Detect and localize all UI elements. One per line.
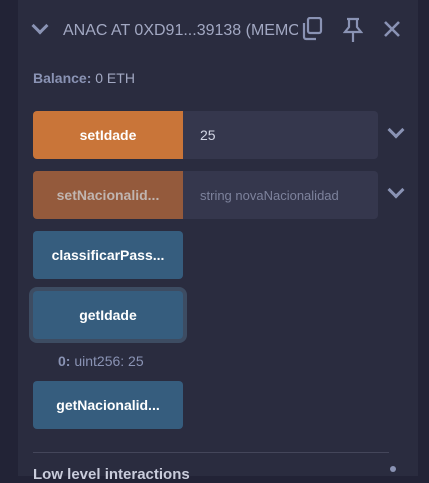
getnacionalidade-button[interactable]: getNacionalid... [33, 381, 183, 429]
getidade-button[interactable]: getIdade [33, 291, 183, 339]
deployed-contract-panel: ANAC AT 0XD91...39138 (MEMORY) Balance: … [18, 0, 418, 483]
contract-header: ANAC AT 0XD91...39138 (MEMORY) [18, 14, 418, 46]
chevron-down-icon[interactable] [387, 121, 405, 139]
balance-value: 0 ETH [95, 70, 135, 86]
result-index: 0: [58, 353, 71, 369]
info-icon[interactable] [390, 466, 396, 472]
divider [33, 452, 389, 453]
chevron-down-icon[interactable] [387, 181, 405, 199]
classificarpassageiro-button[interactable]: classificarPass... [33, 231, 183, 279]
setidade-button[interactable]: setIdade [33, 111, 183, 159]
contract-title[interactable]: ANAC AT 0XD91...39138 (MEMORY) [63, 22, 298, 40]
setnacionalidade-button[interactable]: setNacionalid... [33, 171, 183, 219]
balance: Balance: 0 ETH [33, 70, 135, 86]
close-icon[interactable] [383, 20, 401, 43]
pin-icon[interactable] [342, 17, 364, 48]
chevron-down-icon[interactable] [31, 17, 49, 35]
copy-icon[interactable] [301, 16, 323, 46]
setidade-input[interactable]: 25 [183, 111, 378, 159]
call-result: 0: uint256: 25 [58, 353, 144, 369]
balance-label: Balance: [33, 70, 92, 86]
low-level-interactions-title: Low level interactions [33, 466, 190, 483]
setnacionalidade-input[interactable]: string novaNacionalidad [183, 171, 378, 219]
result-value: uint256: 25 [74, 353, 144, 369]
